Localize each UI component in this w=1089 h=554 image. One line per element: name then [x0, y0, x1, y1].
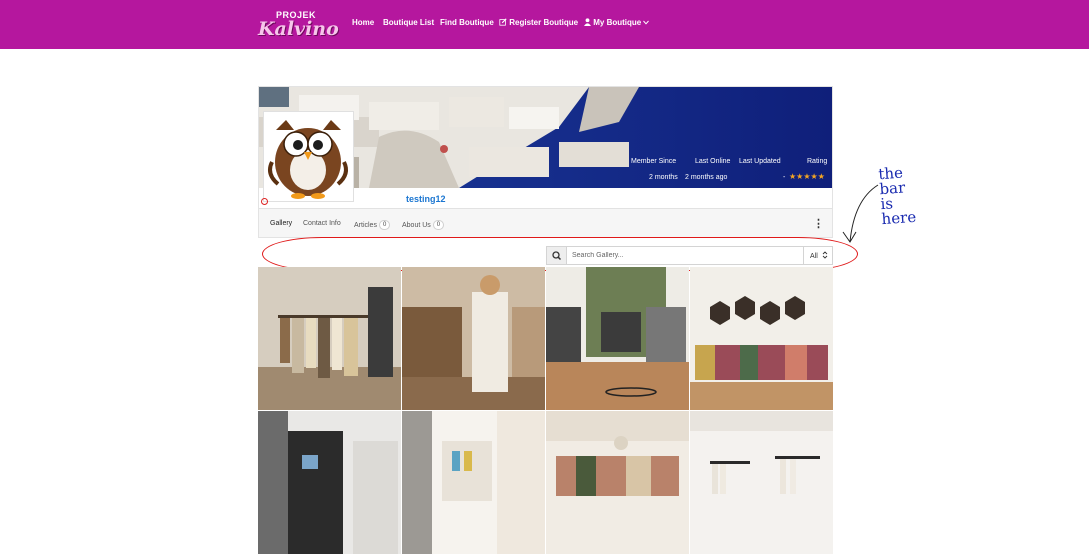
gallery-tile[interactable]: [402, 411, 545, 554]
more-options-icon[interactable]: ⋮: [813, 217, 824, 230]
member-since-value: 2 months: [649, 174, 678, 181]
rating-stars: ★★★★★: [789, 172, 825, 181]
last-updated-value: -: [783, 174, 786, 181]
nav-home[interactable]: Home: [352, 18, 374, 27]
annotation-line: here: [880, 207, 917, 229]
boutique-photo: [258, 411, 401, 554]
boutique-photo: [690, 411, 833, 554]
profile-tabs: Gallery Contact Info Articles 0 About Us 0…: [259, 208, 832, 237]
annotation-text: the bar is here: [878, 164, 917, 229]
boutique-photo: [546, 411, 689, 554]
member-since-label: Member Since: [631, 158, 677, 165]
boutique-username[interactable]: testing12: [406, 194, 446, 204]
gallery-tile[interactable]: [546, 411, 689, 554]
last-online-label: Last Online: [695, 158, 731, 165]
boutique-photo: [402, 411, 545, 554]
status-indicator: [261, 198, 268, 205]
boutique-photo: [402, 267, 545, 410]
tab-gallery[interactable]: Gallery: [270, 220, 292, 227]
articles-count-badge: 0: [378, 220, 391, 230]
gallery-tile[interactable]: [546, 267, 689, 410]
gallery-grid: [258, 267, 833, 554]
tab-articles[interactable]: Articles 0: [354, 220, 391, 230]
last-online-value: 2 months ago: [685, 174, 728, 181]
boutique-photo: [258, 267, 401, 410]
gallery-tile[interactable]: [690, 267, 833, 410]
nav-my-boutique-label: My Boutique: [593, 18, 642, 27]
rating-label: Rating: [807, 158, 828, 165]
about-us-count-badge: 0: [432, 220, 445, 230]
edit-icon: [499, 18, 507, 26]
tab-about-us-label: About Us: [402, 222, 431, 229]
gallery-tile[interactable]: [690, 411, 833, 554]
user-icon: [584, 18, 591, 26]
tab-about-us[interactable]: About Us 0: [402, 220, 445, 230]
owl-avatar-image: [268, 120, 348, 199]
tab-articles-label: Articles: [354, 222, 377, 229]
boutique-photo: [546, 267, 689, 410]
gallery-tile[interactable]: [402, 267, 545, 410]
annotation-arrow: [842, 184, 879, 243]
last-updated-label: Last Updated: [739, 158, 781, 165]
annotation-highlight: [262, 237, 858, 271]
top-navbar: PROJEK Kalvino Home Boutique List Find B…: [0, 0, 1089, 49]
boutique-photo: [690, 267, 833, 410]
logo-text-main: Kalvino: [258, 18, 339, 40]
chevron-down-icon: [643, 20, 650, 25]
nav-register-boutique[interactable]: Register Boutique: [499, 18, 578, 27]
nav-my-boutique[interactable]: My Boutique: [584, 18, 650, 27]
gallery-tile[interactable]: [258, 411, 401, 554]
gallery-tile[interactable]: [258, 267, 401, 410]
boutique-avatar: [263, 111, 354, 202]
nav-register-boutique-label: Register Boutique: [509, 18, 579, 27]
nav-find-boutique[interactable]: Find Boutique: [440, 18, 494, 27]
nav-boutique-list[interactable]: Boutique List: [383, 18, 434, 27]
site-logo[interactable]: PROJEK Kalvino: [256, 8, 339, 40]
tab-contact-info[interactable]: Contact Info: [303, 220, 341, 227]
